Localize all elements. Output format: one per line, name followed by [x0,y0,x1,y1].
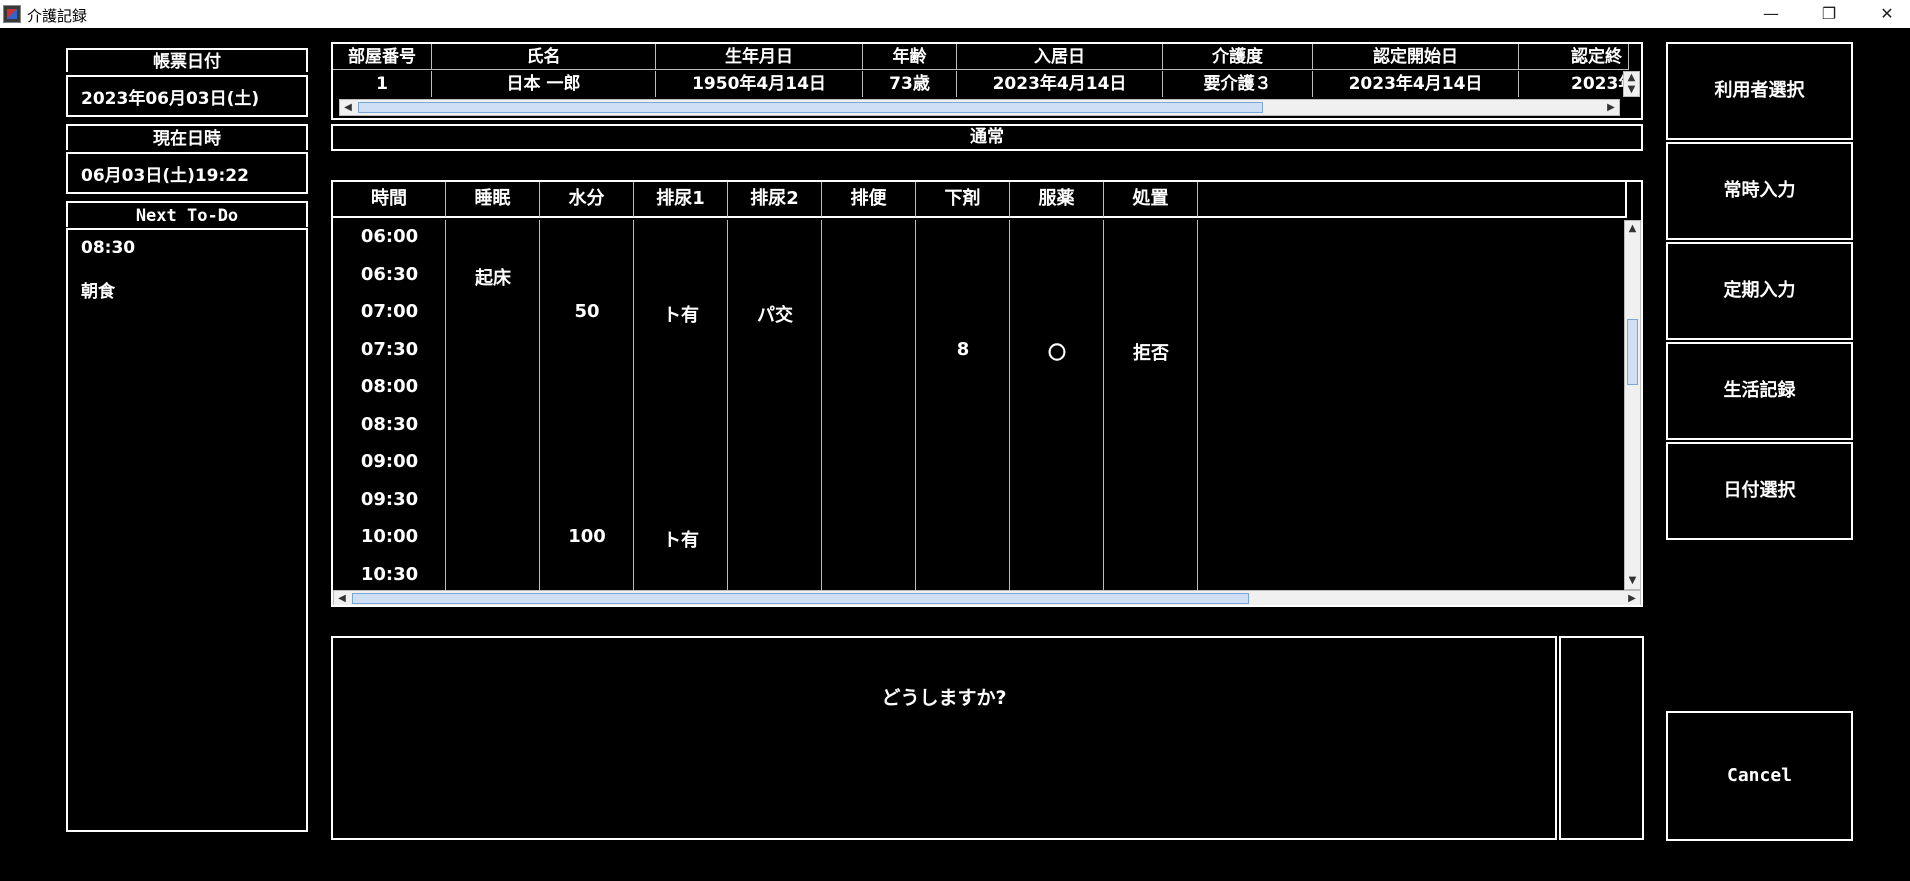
header-name: 氏名 [432,44,656,70]
prompt-message: どうしますか? [331,636,1557,840]
scrollbar-thumb[interactable] [358,102,1263,113]
scroll-left-icon[interactable]: ◀ [340,100,356,115]
current-datetime-value: 06月03日(土)19:22 [66,152,308,194]
scrollbar-thumb[interactable] [1627,319,1638,385]
info-horizontal-scrollbar[interactable]: ◀ ▶ [339,99,1620,116]
water-entry[interactable]: 100 [540,526,634,547]
header-medication: 服薬 [1010,182,1104,218]
cell-room-number: 1 [333,71,432,97]
app-icon [3,5,21,23]
header-cert-start: 認定開始日 [1313,44,1519,70]
form-date-value: 2023年06月03日(土) [66,75,308,117]
header-birthdate: 生年月日 [656,44,863,70]
urination1-entry[interactable]: ト有 [634,526,728,552]
grid-header: 時間 睡眠 水分 排尿1 排尿2 排便 下剤 服薬 処置 [333,182,1627,218]
care-record-grid[interactable]: 時間 睡眠 水分 排尿1 排尿2 排便 下剤 服薬 処置 06:00 06:30… [331,180,1643,607]
time-cell: 09:00 [360,451,419,472]
cell-cert-start: 2023年4月14日 [1313,71,1519,97]
time-cell: 08:00 [360,376,419,397]
urination2-column[interactable] [728,220,822,590]
header-urination2: 排尿2 [728,182,822,218]
bowel-column[interactable] [822,220,916,590]
cell-move-in-date: 2023年4月14日 [957,71,1163,97]
header-move-in-date: 入居日 [957,44,1163,70]
life-record-button[interactable]: 生活記録 [1666,342,1853,440]
treatment-entry[interactable]: 拒否 [1104,339,1198,365]
header-treatment: 処置 [1104,182,1198,218]
time-cell: 08:30 [360,414,419,435]
time-cell: 10:00 [360,526,419,547]
header-water: 水分 [540,182,634,218]
scroll-down-icon[interactable]: ▼ [1625,573,1640,589]
periodic-input-button[interactable]: 定期入力 [1666,242,1853,340]
todo-item: 朝食 [81,282,115,302]
next-todo-list: 08:30 朝食 [66,228,308,832]
header-bowel: 排便 [822,182,916,218]
cell-name: 日本 一郎 [432,71,656,97]
grid-horizontal-scrollbar[interactable]: ◀ ▶ [333,590,1641,605]
cell-care-level: 要介護３ [1163,71,1313,97]
next-todo-label: Next To-Do [66,201,308,227]
urination1-entry[interactable]: ト有 [634,301,728,327]
header-sleep: 睡眠 [446,182,540,218]
scroll-left-icon[interactable]: ◀ [334,591,350,605]
sleep-entry[interactable]: 起床 [446,264,540,290]
treatment-column[interactable] [1104,220,1198,590]
info-table-header: 部屋番号 氏名 生年月日 年齢 入居日 介護度 認定開始日 認定終 [333,44,1629,70]
header-cert-end: 認定終 [1519,44,1629,70]
header-age: 年齢 [863,44,957,70]
header-laxative: 下剤 [916,182,1010,218]
header-care-level: 介護度 [1163,44,1313,70]
scroll-up-icon[interactable]: ▲ [1625,221,1640,237]
medication-column[interactable] [1010,220,1104,590]
title-bar: 介護記録 — ❐ ✕ [0,0,1910,28]
time-cell: 07:30 [360,339,419,360]
scroll-right-icon[interactable]: ▶ [1603,100,1619,115]
laxative-column[interactable] [916,220,1010,590]
medication-entry[interactable]: 〇 [1010,339,1104,365]
todo-item: 08:30 [81,238,136,258]
resident-info-table: 部屋番号 氏名 生年月日 年齢 入居日 介護度 認定開始日 認定終 1 日本 一… [331,42,1643,120]
time-cell: 07:00 [360,301,419,322]
time-cell: 09:30 [360,489,419,510]
header-blank [1198,182,1627,218]
grid-vertical-scrollbar[interactable]: ▲ ▼ [1624,220,1641,590]
water-entry[interactable]: 50 [540,301,634,322]
mode-label: 通常 [331,124,1643,151]
time-cell: 10:30 [360,564,419,585]
restore-icon[interactable]: ❐ [1800,0,1858,28]
cell-age: 73歳 [863,71,957,97]
form-date-label: 帳票日付 [66,48,308,72]
info-table-row[interactable]: 1 日本 一郎 1950年4月14日 73歳 2023年4月14日 要介護３ 2… [333,71,1629,97]
scrollbar-thumb[interactable] [352,593,1249,604]
header-time: 時間 [333,182,446,218]
current-datetime-label: 現在日時 [66,124,308,150]
info-vertical-scrollbar[interactable]: ▲ ▼ [1623,71,1640,97]
constant-input-button[interactable]: 常時入力 [1666,142,1853,240]
time-cell: 06:30 [360,264,419,285]
select-date-button[interactable]: 日付選択 [1666,442,1853,540]
cell-birthdate: 1950年4月14日 [656,71,863,97]
scroll-down-icon[interactable]: ▼ [1624,82,1639,98]
close-icon[interactable]: ✕ [1858,0,1910,28]
cell-cert-end: 2023年 [1519,71,1629,97]
header-room-number: 部屋番号 [333,44,432,70]
minimize-icon[interactable]: — [1742,0,1800,28]
window-title: 介護記録 [27,7,88,25]
laxative-entry[interactable]: 8 [916,339,1010,360]
prompt-side-panel [1559,636,1644,840]
cancel-button[interactable]: Cancel [1666,711,1853,841]
urination2-entry[interactable]: パ交 [728,301,822,327]
select-user-button[interactable]: 利用者選択 [1666,42,1853,140]
time-cell: 06:00 [360,226,419,247]
header-urination1: 排尿1 [634,182,728,218]
scroll-right-icon[interactable]: ▶ [1624,591,1640,605]
